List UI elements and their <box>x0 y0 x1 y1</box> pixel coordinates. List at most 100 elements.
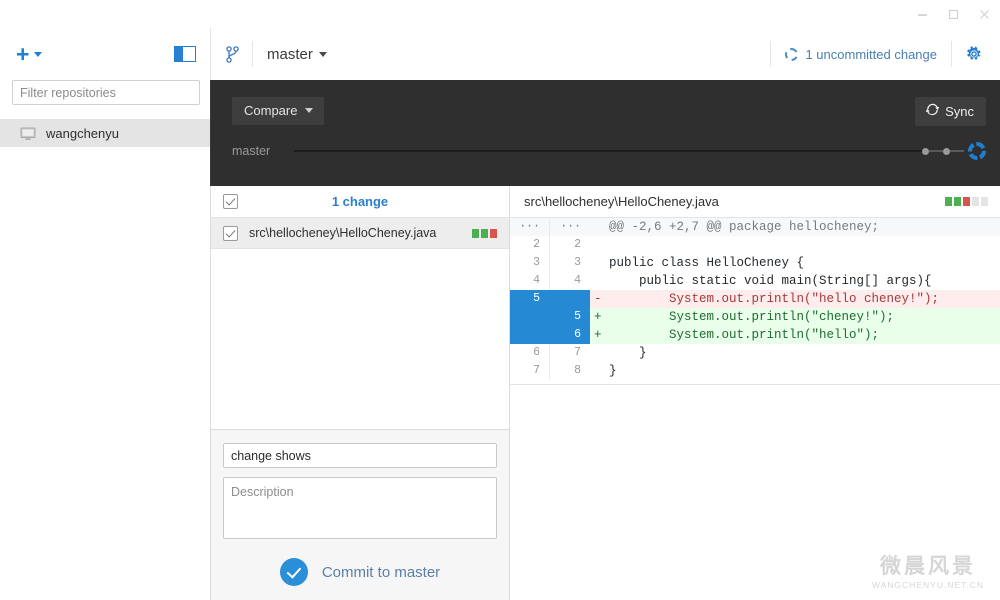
sidebar-item-wangchenyu[interactable]: wangchenyu <box>0 119 210 147</box>
title-bar <box>0 0 1000 28</box>
panes: 1 change src\hellocheney\HelloCheney.jav… <box>210 186 1000 600</box>
diff-line-sign: - <box>594 292 602 306</box>
diff-new-line-number: 4 <box>574 274 581 287</box>
diff-line-text: public static void main(String[] args){ <box>609 274 932 288</box>
changes-pane: 1 change src\hellocheney\HelloCheney.jav… <box>210 186 510 600</box>
diff-code-lines[interactable]: ··· ··· @@ -2,6 +2,7 @@ package hellochene… <box>510 218 1000 600</box>
timeline-line <box>294 150 922 152</box>
filter-wrapper <box>0 80 210 105</box>
diff-old-line-number <box>510 308 550 326</box>
changed-file-row[interactable]: src\hellocheney\HelloCheney.java <box>211 218 509 249</box>
uncommitted-changes-indicator[interactable]: 1 uncommitted change <box>771 47 951 62</box>
diff-new-line-number <box>550 290 590 308</box>
diff-line-sign <box>590 218 604 236</box>
minimize-button[interactable] <box>907 0 938 28</box>
diff-line-sign <box>590 272 604 290</box>
diff-new-line-number: 3 <box>574 256 581 269</box>
compare-button[interactable]: Compare <box>232 97 325 125</box>
diff-header: src\hellocheney\HelloCheney.java <box>510 186 1000 218</box>
sidebar-toggle-icon[interactable] <box>174 46 196 62</box>
repository-sidebar: wangchenyu <box>0 80 210 600</box>
compare-label: Compare <box>244 103 298 118</box>
diff-line-text: System.out.println("hello cheney!"); <box>609 292 940 306</box>
timeline-head-marker[interactable] <box>968 142 986 160</box>
diff-line-text: @@ -2,6 +2,7 @@ package hellocheney; <box>609 220 880 234</box>
branch-icon <box>225 45 240 63</box>
diff-line-sign <box>590 362 604 380</box>
diff-old-line-number: 5 <box>510 290 550 308</box>
commit-button-label: Commit to master <box>321 563 441 581</box>
diff-new-line-number: 7 <box>574 346 581 359</box>
divider <box>252 41 253 67</box>
plus-icon: + <box>16 40 30 67</box>
branch-name-label: master <box>267 45 313 63</box>
chevron-down-icon <box>34 51 43 57</box>
timeline-commit-dot[interactable] <box>943 147 950 155</box>
sync-ring-icon <box>785 47 799 61</box>
chevron-down-icon <box>305 108 314 113</box>
diff-old-line-number: ··· <box>510 218 550 236</box>
diff-old-line-number: 6 <box>510 344 550 362</box>
diff-stat <box>945 197 988 206</box>
select-all-checkbox[interactable] <box>223 194 238 209</box>
diff-line-text: System.out.println("cheney!"); <box>609 310 895 324</box>
github-desktop-window: + master 1 uncommitted change Filter rep… <box>0 0 1000 600</box>
add-repository-button[interactable]: + <box>16 40 43 67</box>
monitor-icon <box>20 127 36 140</box>
diff-line-ctx[interactable]: 4 4 public static void main(String[] args… <box>510 272 1000 290</box>
timeline-segment <box>950 150 964 152</box>
branch-selector[interactable]: master <box>267 46 327 63</box>
commit-to-master-button[interactable]: Commit to master <box>223 558 497 586</box>
app-body: wangchenyu Compare <box>0 80 1000 600</box>
diff-empty-area <box>510 384 1000 385</box>
refresh-icon <box>925 103 940 119</box>
diff-line-hunk[interactable]: ··· ··· @@ -2,6 +2,7 @@ package hellochene… <box>510 218 1000 236</box>
timeline-branch-label: master <box>232 144 271 158</box>
diff-line-sign <box>590 344 604 362</box>
diff-line-sign: + <box>594 328 602 342</box>
diff-old-line-number: 4 <box>510 272 550 290</box>
gear-icon[interactable] <box>952 46 990 62</box>
chevron-down-icon <box>318 51 327 57</box>
diff-line-text: public class HelloCheney { <box>609 256 805 270</box>
top-bar: + master 1 uncommitted change <box>0 28 1000 80</box>
changes-count-label: 1 change <box>331 194 389 209</box>
diff-new-line-number: 6 <box>550 326 590 344</box>
commit-summary-input[interactable] <box>223 443 497 468</box>
branch-toolbar: Compare Sync master <box>210 80 1000 186</box>
file-checkbox[interactable] <box>223 225 238 241</box>
close-button[interactable] <box>969 0 1000 28</box>
uncommitted-changes-label: 1 uncommitted change <box>805 46 937 62</box>
timeline-commit-dot[interactable] <box>922 147 929 155</box>
repository-name-label: wangchenyu <box>46 125 119 141</box>
maximize-button[interactable] <box>938 0 969 28</box>
diff-line-sign <box>590 236 604 254</box>
sync-button[interactable]: Sync <box>915 97 986 126</box>
diff-new-line-number: 5 <box>550 308 590 326</box>
diff-line-del[interactable]: 5 - System.out.println("hello cheney!"); <box>510 290 1000 308</box>
diff-line-add[interactable]: 5 + System.out.println("cheney!"); <box>510 308 1000 326</box>
sidebar-header: + <box>0 28 210 80</box>
diff-old-line-number: 3 <box>510 254 550 272</box>
main-content: Compare Sync master 1 change src\helloch… <box>210 80 1000 600</box>
diff-line-ctx[interactable]: 3 3 public class HelloCheney { <box>510 254 1000 272</box>
diff-line-text: } <box>609 346 647 360</box>
commit-description-input[interactable] <box>223 477 497 539</box>
diff-line-sign <box>590 254 604 272</box>
diff-line-ctx[interactable]: 22 <box>510 236 1000 254</box>
diff-line-ctx[interactable]: 6 7 } <box>510 344 1000 362</box>
diff-new-line-number: 2 <box>574 238 581 251</box>
diff-line-ctx[interactable]: 7 8} <box>510 362 1000 380</box>
diff-line-text: System.out.println("hello"); <box>609 328 880 342</box>
timeline-segment <box>929 150 943 152</box>
diff-pane: src\hellocheney\HelloCheney.java ··· ··· @… <box>510 186 1000 600</box>
branch-timeline: master <box>232 142 986 160</box>
changes-empty-area <box>211 249 509 429</box>
diff-line-add[interactable]: 6 + System.out.println("hello"); <box>510 326 1000 344</box>
repository-header: master 1 uncommitted change <box>210 28 1000 80</box>
filter-repositories-input[interactable] <box>12 80 200 105</box>
file-path-label: src\hellocheney\HelloCheney.java <box>249 226 437 240</box>
diff-old-line-number <box>510 326 550 344</box>
file-diff-stat <box>472 228 497 238</box>
diff-new-line-number: ··· <box>560 220 581 233</box>
